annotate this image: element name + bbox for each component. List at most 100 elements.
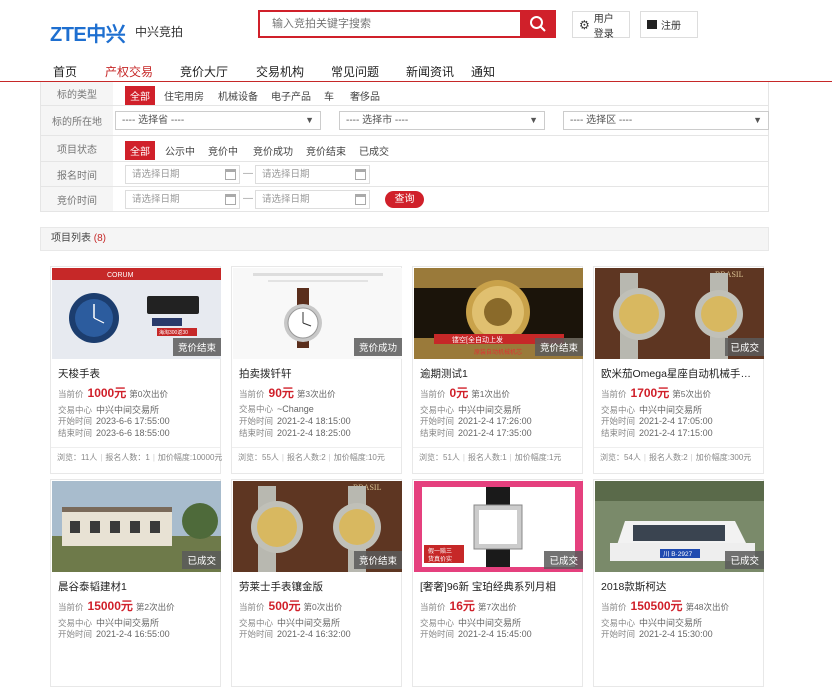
auction-card[interactable]: BRASIL 竞价结束 劳莱士手表镶金版 当前价 500元 第0次出价 交易中心 中兴… (231, 479, 402, 687)
search-input[interactable] (260, 12, 521, 36)
info-label: 交易中心 (239, 404, 274, 414)
info-label: 开始时间 (601, 416, 636, 426)
current-price: 16元 (449, 599, 475, 613)
nav-bidding-hall[interactable]: 竞价大厅 (180, 63, 228, 80)
nav-property[interactable]: 产权交易 (105, 63, 153, 80)
bid-start-date[interactable]: 请选择日期 (125, 190, 240, 209)
site-logo[interactable]: ZTE中兴 (50, 18, 126, 47)
info-start: 开始时间 2021-2-4 16:55:00 (58, 628, 170, 640)
item-title[interactable]: [奢奢]96新 宝珀经典系列月相 (420, 579, 578, 594)
item-image: 假一赔三 货真价实 已成交 (414, 481, 583, 572)
card-footer: 浏览：51人 | 报名人数:1 | 加价幅度:1元 (413, 447, 582, 467)
signup-count: 报名人数:2 (286, 453, 326, 462)
bid-count: 第3次出价 (296, 389, 336, 399)
auction-card[interactable]: BRASIL 已成交 欧米茄Omega星座自动机械手表... 当前价 1700元第… (593, 266, 764, 474)
type-option-electronics[interactable]: 电子产品 (266, 87, 316, 104)
price-label: 当前价 (239, 389, 265, 399)
status-badge: 已成交 (725, 338, 764, 356)
nav-faq[interactable]: 常见问题 (331, 63, 379, 80)
info-value: 中兴中间交易所 (96, 618, 160, 628)
status-option-bid-success[interactable]: 竞价成功 (248, 142, 298, 159)
status-option-bidding[interactable]: 竞价中 (203, 142, 243, 159)
bid-count: 第48次出价 (685, 602, 730, 612)
status-badge: 竞价成功 (353, 338, 402, 356)
item-image: 已成交 (52, 481, 221, 572)
status-badge: 竞价结束 (353, 551, 402, 569)
bid-end-date[interactable]: 请选择日期 (255, 190, 370, 209)
item-title[interactable]: 2018款斯柯达 (601, 579, 759, 594)
status-option-all[interactable]: 全部 (125, 141, 155, 160)
status-option-sold[interactable]: 已成交 (354, 142, 394, 159)
info-end: 结束时间 2021-2-4 17:35:00 (420, 427, 532, 439)
status-option-bid-ended[interactable]: 竞价结束 (301, 142, 351, 159)
auction-card[interactable]: CORUM 海淘300返30 竞价结束 天梭手表 当前价 1000元 第0次出价 交… (50, 266, 222, 474)
image-caption: 假一赔三 (428, 547, 452, 555)
signup-count: 报名人数:2 (648, 453, 688, 462)
bid-count: 第2次出价 (135, 602, 175, 612)
item-title[interactable]: 拍卖拨钎轩 (239, 366, 397, 381)
info-value: 2021-2-4 17:26:00 (458, 416, 532, 426)
item-image: BRASIL 竞价结束 (233, 481, 402, 572)
current-price: 500元 (268, 599, 301, 613)
nav-notice[interactable]: 通知 (471, 63, 495, 80)
auction-card[interactable]: 川 B·2927 已成交 2018款斯柯达 当前价 150500元 第48次出价 交… (593, 479, 764, 687)
register-button[interactable]: 注册 (640, 11, 698, 38)
price-label: 当前价 (239, 602, 265, 612)
signup-end-date[interactable]: 请选择日期 (255, 165, 370, 184)
price-row: 当前价 15000元 第2次出价 (58, 597, 175, 614)
info-value: 中兴中间交易所 (639, 405, 703, 415)
bid-increment: 加价幅度:1元 (514, 453, 562, 462)
auction-card[interactable]: 镂空[全自动上发 原装自动机械机芯 竞价结束 逾期测试1 当前价 0元 第1次出价 … (412, 266, 583, 474)
search-button[interactable] (520, 10, 556, 38)
type-option-machinery[interactable]: 机械设备 (213, 87, 263, 104)
filter-label-status: 项目状态 (41, 136, 113, 161)
view-count: 浏览：11人 (57, 453, 98, 462)
price-label: 当前价 (420, 389, 446, 399)
current-price: 0元 (449, 386, 469, 400)
city-select[interactable]: ---- 选择市 ---- ▼ (339, 111, 545, 130)
info-value: 2021-2-4 17:35:00 (458, 428, 532, 438)
item-title[interactable]: 逾期测试1 (420, 366, 578, 381)
query-button[interactable]: 查询 (385, 191, 424, 208)
login-button[interactable]: ⚙ 用户登录 (572, 11, 630, 40)
status-badge: 竞价结束 (172, 338, 221, 356)
auction-card[interactable]: 假一赔三 货真价实 已成交 [奢奢]96新 宝珀经典系列月相 当前价 16元 第7次… (412, 479, 583, 687)
type-option-all[interactable]: 全部 (125, 86, 155, 105)
item-title[interactable]: 晨谷泰韬建材1 (58, 579, 216, 594)
list-header: 项目列表 (8) (40, 227, 769, 251)
auction-card[interactable]: 竞价成功 拍卖拨钎轩 当前价 90元 第3次出价 交易中心 ~Change 开始时间 2… (231, 266, 402, 474)
info-label: 结束时间 (239, 428, 274, 438)
item-title[interactable]: 天梭手表 (58, 366, 216, 381)
auction-card[interactable]: 已成交 晨谷泰韬建材1 当前价 15000元 第2次出价 交易中心 中兴中间交易所 开… (50, 479, 221, 687)
nav-home[interactable]: 首页 (53, 63, 77, 80)
signup-start-date[interactable]: 请选择日期 (125, 165, 240, 184)
district-select[interactable]: ---- 选择区 ---- ▼ (563, 111, 769, 130)
info-end: 结束时间 2021-2-4 18:25:00 (239, 427, 351, 439)
filter-label-type: 标的类型 (41, 82, 113, 105)
info-start: 开始时间 2023-6-6 17:55:00 (58, 415, 170, 427)
card-footer: 浏览：11人 | 报名人数：1 | 加价幅度:10000元 (51, 447, 222, 467)
nav-news[interactable]: 新闻资讯 (406, 63, 454, 80)
type-option-car[interactable]: 车 (319, 87, 339, 104)
date-placeholder: 请选择日期 (132, 169, 180, 180)
province-select[interactable]: ---- 选择省 ---- ▼ (115, 111, 321, 130)
info-value: 2021-2-4 17:05:00 (639, 416, 713, 426)
price-row: 当前价 1000元 第0次出价 (58, 384, 168, 401)
chevron-down-icon: ▼ (529, 115, 538, 125)
filter-row-bid-time: 竞价时间 请选择日期 — 请选择日期 查询 (40, 187, 769, 212)
chevron-down-icon: ▼ (753, 115, 762, 125)
item-title[interactable]: 劳莱士手表镶金版 (239, 579, 397, 594)
info-value: 2023-6-6 18:55:00 (96, 428, 170, 438)
province-select-value: ---- 选择省 ---- (122, 115, 185, 126)
district-select-value: ---- 选择区 ---- (570, 115, 633, 126)
bid-increment: 加价幅度:10元 (333, 453, 385, 462)
image-caption: 原装自动机械机芯 (474, 348, 522, 356)
status-option-publicity[interactable]: 公示中 (160, 142, 200, 159)
info-value: 中兴中间交易所 (458, 405, 522, 415)
calendar-icon (355, 194, 366, 205)
nav-institutions[interactable]: 交易机构 (256, 63, 304, 80)
type-option-residential[interactable]: 住宅用房 (159, 87, 209, 104)
info-label: 交易中心 (601, 618, 636, 628)
item-title[interactable]: 欧米茄Omega星座自动机械手表... (601, 366, 759, 381)
type-option-luxury[interactable]: 奢侈品 (345, 87, 385, 104)
